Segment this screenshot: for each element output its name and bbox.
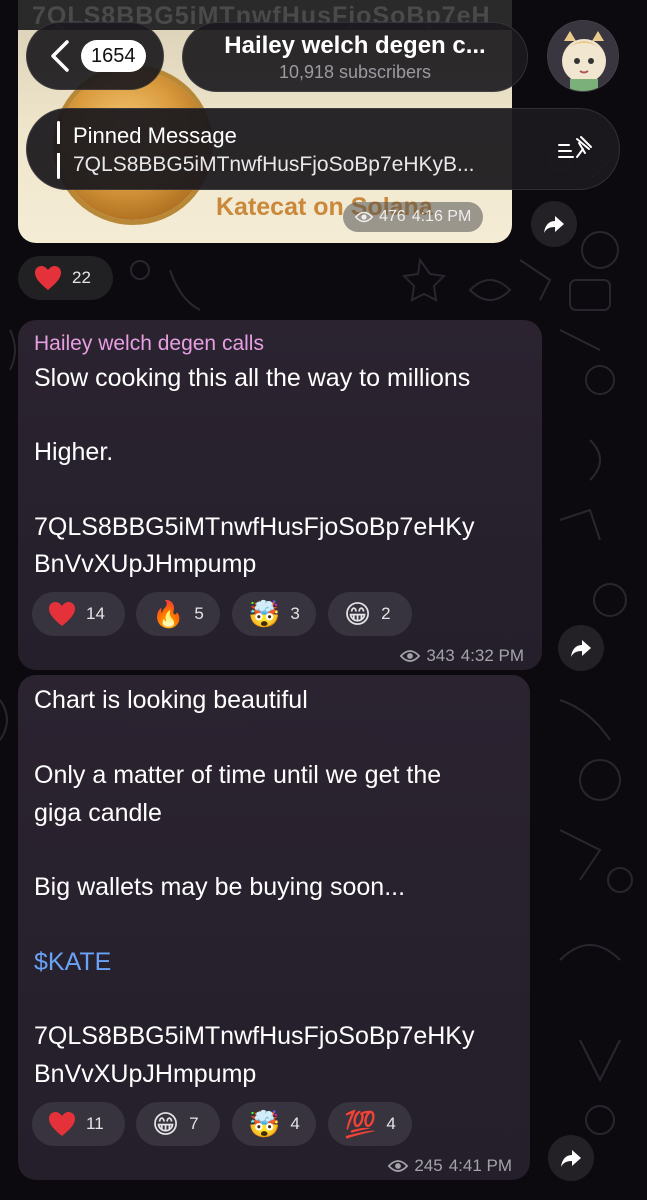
pinned-message-bar[interactable]: Pinned Message 7QLS8BBG5iMTnwfHusFjoSoBp… <box>26 108 620 190</box>
reaction-fire[interactable]: 🔥 5 <box>136 592 220 636</box>
reaction-hundred[interactable]: 💯 4 <box>328 1102 412 1146</box>
fire-icon: 🔥 <box>152 599 185 629</box>
message-meta: 245 4:41 PM <box>388 1156 512 1176</box>
pin-list-icon[interactable] <box>557 135 593 165</box>
reaction-grin[interactable]: 😁 2 <box>328 592 412 636</box>
channel-title: Hailey welch degen c... <box>224 32 486 59</box>
image-message-meta: 476 4:16 PM <box>343 202 484 232</box>
message-bubble[interactable]: Hailey welch degen calls Slow cooking th… <box>18 320 542 670</box>
grin-icon: 😁 <box>152 1109 180 1139</box>
reaction-heart[interactable]: 11 <box>32 1102 125 1146</box>
reaction-count: 3 <box>290 604 300 623</box>
heart-icon <box>48 1111 76 1137</box>
reaction-count: 22 <box>72 268 91 287</box>
contract-address[interactable]: 7QLS8BBG5iMTnwfHusFjoSoBp7eHKy <box>34 1022 474 1051</box>
reaction-count: 14 <box>86 604 105 623</box>
view-count: 245 <box>414 1156 443 1175</box>
grin-icon: 😁 <box>344 599 372 629</box>
message-bubble[interactable]: Chart is looking beautiful Only a matter… <box>18 675 530 1180</box>
hundred-icon: 💯 <box>344 1109 377 1139</box>
contract-address[interactable]: 7QLS8BBG5iMTnwfHusFjoSoBp7eHKy <box>34 513 474 542</box>
contract-address[interactable]: BnVvXUpJHmpump <box>34 550 256 579</box>
pinned-label: Pinned Message <box>73 123 237 148</box>
channel-header[interactable]: Hailey welch degen c... 10,918 subscribe… <box>182 22 528 92</box>
channel-avatar[interactable] <box>547 20 619 92</box>
share-button[interactable] <box>548 1135 594 1181</box>
share-icon <box>571 640 591 657</box>
reaction-count: 7 <box>189 1114 199 1133</box>
share-button[interactable] <box>531 201 577 247</box>
sender-name: Hailey welch degen calls <box>34 332 264 355</box>
message-text: Chart is looking beautiful <box>34 686 308 714</box>
chevron-left-icon <box>51 40 69 72</box>
pinned-text: 7QLS8BBG5iMTnwfHusFjoSoBp7eHKyB... <box>73 153 475 176</box>
subscriber-count: 10,918 subscribers <box>278 62 432 82</box>
unread-count-badge: 1654 <box>81 40 146 72</box>
message-text: Big wallets may be buying soon... <box>34 873 406 901</box>
message-text: Slow cooking this all the way to million… <box>34 364 471 392</box>
message-text: Only a matter of time until we get the <box>34 761 442 789</box>
reaction-mind-blown[interactable]: 🤯 4 <box>232 1102 316 1146</box>
eye-icon <box>388 1160 409 1172</box>
reaction-count: 5 <box>194 604 204 623</box>
image-time: 4:16 PM <box>411 208 472 225</box>
message-text: giga candle <box>34 799 162 827</box>
share-button[interactable] <box>558 625 604 671</box>
reaction-mind-blown[interactable]: 🤯 3 <box>232 592 316 636</box>
eye-icon <box>355 211 373 223</box>
message-time: 4:32 PM <box>460 646 524 665</box>
message-text: Higher. <box>34 438 114 466</box>
reaction-heart[interactable]: 14 <box>32 592 125 636</box>
reaction-count: 4 <box>386 1114 396 1133</box>
eye-icon <box>400 650 421 662</box>
contract-address[interactable]: BnVvXUpJHmpump <box>34 1060 256 1089</box>
view-count: 343 <box>426 646 455 665</box>
mind-blown-icon: 🤯 <box>248 599 281 629</box>
share-icon <box>561 1150 581 1167</box>
share-icon <box>544 216 564 233</box>
reaction-count: 4 <box>290 1114 300 1133</box>
mind-blown-icon: 🤯 <box>248 1109 281 1139</box>
message-meta: 343 4:32 PM <box>400 646 524 666</box>
image-views: 476 <box>379 208 406 225</box>
heart-icon <box>34 265 62 291</box>
ticker-link[interactable]: $KATE <box>34 948 111 977</box>
reaction-count: 2 <box>381 604 391 623</box>
reaction-grin[interactable]: 😁 7 <box>136 1102 220 1146</box>
pinned-indicator <box>57 121 60 179</box>
reaction-count: 11 <box>86 1114 104 1133</box>
avatar-image <box>548 21 618 91</box>
heart-icon <box>48 601 76 627</box>
reaction-heart[interactable]: 22 <box>18 256 113 300</box>
back-button[interactable]: 1654 <box>26 22 164 90</box>
message-time: 4:41 PM <box>448 1156 512 1175</box>
